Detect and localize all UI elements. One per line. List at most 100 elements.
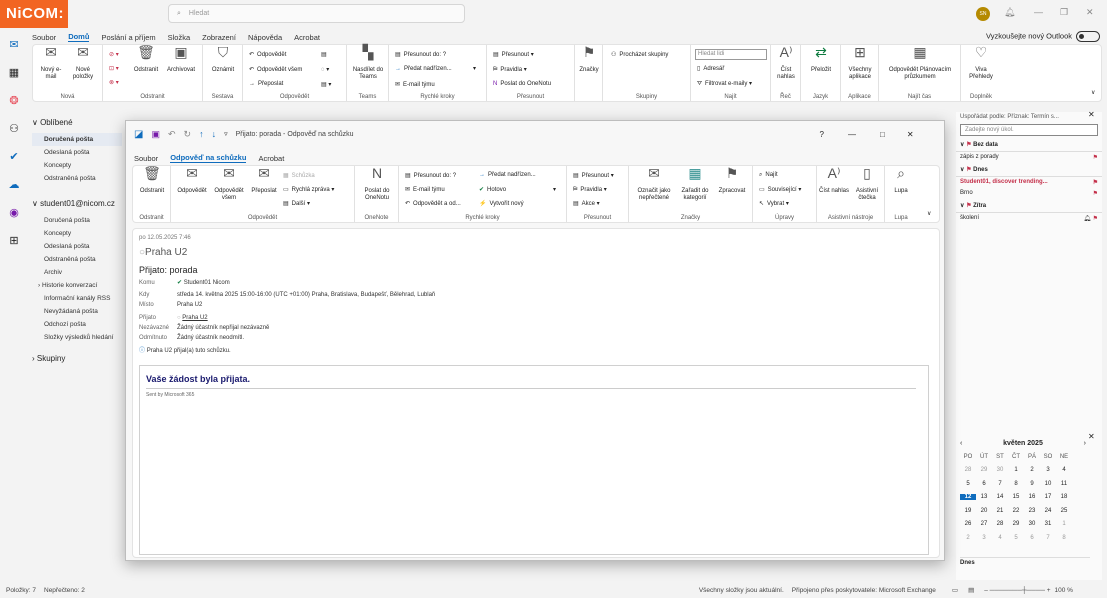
calendar-day[interactable]: 24 bbox=[1040, 508, 1056, 514]
people-icon[interactable]: ⚇ bbox=[0, 114, 28, 142]
zoom-slider[interactable]: – ───────┼──── + bbox=[984, 587, 1050, 594]
task-item[interactable]: Brno ⚑ bbox=[956, 188, 1102, 199]
msg-qs-manager[interactable]: → Předat nadřízen... bbox=[479, 172, 536, 178]
onedrive-icon[interactable]: ☁ bbox=[0, 170, 28, 198]
qs-manager-button[interactable]: → Předat nadřízen... bbox=[395, 66, 452, 72]
msg-qs-reply-del[interactable]: ↶ Odpovědět a od... bbox=[405, 200, 461, 207]
calendar-day[interactable]: 2 bbox=[1024, 467, 1040, 473]
calendar-day[interactable]: 8 bbox=[1056, 535, 1072, 541]
menu-view[interactable]: Zobrazení bbox=[202, 33, 236, 42]
calendar-day[interactable]: 3 bbox=[976, 535, 992, 541]
meeting-icon[interactable]: ▤ bbox=[321, 51, 327, 58]
menu-help[interactable]: Nápověda bbox=[248, 33, 282, 42]
todo-icon[interactable]: ✔ bbox=[0, 142, 28, 170]
calendar-day[interactable]: 11 bbox=[1056, 481, 1072, 487]
qs-team-button[interactable]: ✉ E-mail týmu bbox=[395, 81, 435, 88]
reading-view-icon[interactable]: ▤ bbox=[968, 586, 974, 594]
reply-all-button[interactable]: ↶ Odpovědět všem bbox=[249, 66, 302, 73]
folder-rss[interactable]: Informační kanály RSS bbox=[32, 292, 122, 305]
calendar-day[interactable]: 7 bbox=[992, 481, 1008, 487]
to-value[interactable]: Student01 Nicom bbox=[184, 280, 230, 286]
calendar-day[interactable]: 23 bbox=[1024, 508, 1040, 514]
msg-delete-button[interactable]: 🗑︎ Odstranit bbox=[136, 166, 168, 195]
ignore-icon[interactable]: ⊘ ▾ bbox=[109, 51, 119, 58]
address-book-button[interactable]: ▯ Adresář bbox=[697, 65, 724, 72]
menu-send-receive[interactable]: Poslání a příjem bbox=[101, 33, 155, 42]
calendar-day[interactable]: 1 bbox=[1008, 467, 1024, 473]
calendar-day[interactable]: 10 bbox=[1040, 481, 1056, 487]
msg-forward-button[interactable]: ✉ Přeposlat bbox=[249, 166, 279, 195]
msg-onenote-button[interactable]: N Poslat do OneNotu bbox=[359, 166, 395, 202]
msg-ribbon-collapse-icon[interactable]: ∨ bbox=[927, 210, 931, 217]
msg-actions-button[interactable]: ▤ Akce ▾ bbox=[573, 200, 600, 207]
calendar-day[interactable]: 1 bbox=[1056, 521, 1072, 527]
quicksteps-more-icon[interactable]: ▾ bbox=[473, 65, 476, 72]
folder-search[interactable]: Složky výsledků hledání bbox=[32, 331, 122, 344]
msg-follow-up-button[interactable]: ⚑ Zpracovat bbox=[715, 166, 749, 195]
msg-qs-done[interactable]: ✔ Hotovo bbox=[479, 186, 506, 193]
reply-button[interactable]: ↶ Odpovědět bbox=[249, 51, 286, 58]
delete-button[interactable]: 🗑︎ Odstranit bbox=[131, 45, 161, 74]
task-item[interactable]: Student01, discover trending... ⚑ bbox=[956, 177, 1102, 188]
msg-qs-move[interactable]: ▤ Přesunout do: ? bbox=[405, 172, 456, 179]
calendar-day[interactable]: 31 bbox=[1040, 521, 1056, 527]
filter-email-button[interactable]: ⛛ Filtrovat e-maily ▾ bbox=[697, 80, 752, 88]
maximize-icon[interactable]: □ bbox=[880, 130, 885, 139]
apps-icon[interactable]: ⊞ bbox=[0, 226, 28, 254]
save-icon[interactable]: ▣ bbox=[151, 129, 160, 140]
favorites-header[interactable]: ∨ Oblíbené bbox=[32, 118, 122, 127]
msg-qs-new[interactable]: ⚡ Vytvořit nový bbox=[479, 200, 524, 207]
msg-quick-reply-button[interactable]: ▭ Rychlá zpráva ▾ bbox=[283, 186, 334, 193]
folder-inbox[interactable]: Doručená pošta bbox=[32, 214, 122, 227]
msg-move-button[interactable]: ▤ Přesunout ▾ bbox=[573, 172, 614, 179]
minimize-icon[interactable]: — bbox=[848, 130, 856, 139]
loop-icon[interactable]: ◉ bbox=[0, 198, 28, 226]
menu-home[interactable]: Domů bbox=[68, 32, 90, 42]
menu-file[interactable]: Soubor bbox=[32, 33, 56, 42]
calendar-day[interactable]: 6 bbox=[976, 481, 992, 487]
msg-zoom-button[interactable]: ⌕ Lupa bbox=[887, 166, 915, 195]
accepted-value[interactable]: Praha U2 bbox=[182, 315, 207, 321]
calendar-day[interactable]: 29 bbox=[1008, 521, 1024, 527]
groups-header[interactable]: › Skupiny bbox=[32, 354, 122, 363]
account-header[interactable]: ∨ student01@nicom.cz bbox=[32, 199, 122, 208]
viva-button[interactable]: ♡ Viva Přehledy bbox=[965, 45, 997, 81]
msg-reply-button[interactable]: ✉ Odpovědět bbox=[175, 166, 209, 195]
folder-deleted-fav[interactable]: Odstraněná pošta bbox=[32, 172, 122, 185]
more-respond-icon[interactable]: ▤ ▾ bbox=[321, 81, 331, 88]
calendar-day[interactable]: 2 bbox=[960, 535, 976, 541]
close-icon[interactable]: ✕ bbox=[907, 130, 914, 139]
msg-reply-all-button[interactable]: ✉ Odpovědět všem bbox=[211, 166, 247, 202]
calendar-day[interactable]: 5 bbox=[960, 481, 976, 487]
folder-outbox[interactable]: Odchozí pošta bbox=[32, 318, 122, 331]
msg-immersive-button[interactable]: ▯ Asistivní čtečka bbox=[851, 166, 883, 202]
share-teams-button[interactable]: ▚ Nasdílet do Teams bbox=[351, 45, 385, 81]
msg-rules-button[interactable]: ⛿ Pravidla ▾ bbox=[573, 186, 607, 194]
calendar-day[interactable]: 25 bbox=[1056, 508, 1072, 514]
junk-icon[interactable]: ⊗ ▾ bbox=[109, 79, 119, 86]
calendar-day[interactable]: 26 bbox=[960, 521, 976, 527]
next-month-icon[interactable]: › bbox=[1084, 440, 1086, 447]
undo-icon[interactable]: ↶ bbox=[168, 129, 176, 140]
cleanup-icon[interactable]: ⊡ ▾ bbox=[109, 65, 119, 72]
msg-read-aloud-button[interactable]: A⁾ Číst nahlas bbox=[819, 166, 849, 195]
browse-groups-button[interactable]: ⚇ Procházet skupiny bbox=[611, 51, 668, 58]
search-input[interactable]: ⌕ Hledat bbox=[168, 4, 465, 23]
new-email-button[interactable]: ✉ Nový e-mail bbox=[37, 45, 65, 81]
calendar-day[interactable]: 9 bbox=[1024, 481, 1040, 487]
folder-sent-fav[interactable]: Odeslaná pošta bbox=[32, 146, 122, 159]
todo-section-tomorrow[interactable]: ∨ ⚑ Zítra bbox=[956, 199, 1102, 213]
calendar-day[interactable]: 28 bbox=[960, 467, 976, 473]
calendar-day[interactable]: 7 bbox=[1040, 535, 1056, 541]
todo-arrange[interactable]: Uspořádat podle: Příznak: Termín s... bbox=[956, 112, 1102, 122]
calendar-day[interactable]: 22 bbox=[1008, 508, 1024, 514]
task-item[interactable]: školení 🔔︎ ⚑ bbox=[956, 213, 1102, 224]
folder-conversation-history[interactable]: › Historie konverzací bbox=[32, 279, 122, 292]
flag-icon[interactable]: ⚑ bbox=[1093, 154, 1098, 161]
todo-section-nodate[interactable]: ∨ ⚑ Bez data bbox=[956, 138, 1102, 152]
mail-icon[interactable]: ✉ bbox=[0, 30, 28, 58]
ribbon-collapse-icon[interactable]: ∨ bbox=[1091, 89, 1095, 96]
calendar-day[interactable]: 5 bbox=[1008, 535, 1024, 541]
calendar-day[interactable]: 27 bbox=[976, 521, 992, 527]
msg-menu-acrobat[interactable]: Acrobat bbox=[258, 154, 284, 163]
